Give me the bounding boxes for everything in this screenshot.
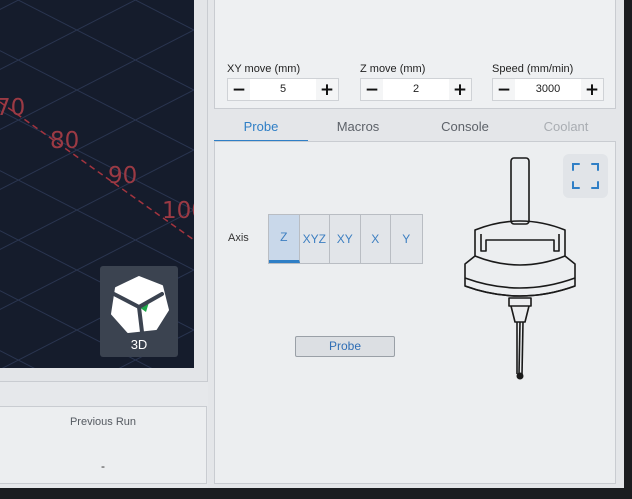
axis-selector: Z XYZ XY X Y: [268, 214, 423, 264]
z-move-input[interactable]: 2: [383, 79, 449, 100]
axis-label: Axis: [228, 232, 249, 244]
tab-console[interactable]: Console: [412, 113, 518, 142]
xy-move-input[interactable]: 5: [250, 79, 316, 100]
speed-stepper: − 3000 +: [492, 78, 604, 101]
axis-button-xyz[interactable]: XYZ: [299, 215, 330, 263]
axis-button-z[interactable]: Z: [269, 215, 300, 263]
speed-increment-button[interactable]: +: [581, 79, 603, 100]
view-cube-button[interactable]: 3D: [100, 266, 178, 357]
previous-run-title: Previous Run: [69, 416, 137, 428]
speed-decrement-button[interactable]: −: [493, 79, 515, 100]
z-move-group: Z move (mm) − 2 +: [360, 62, 472, 101]
view-cube-icon: [111, 276, 169, 334]
previous-run-value: -: [101, 459, 105, 473]
xy-move-group: XY move (mm) − 5 +: [227, 62, 339, 101]
tab-macros[interactable]: Macros: [310, 113, 406, 142]
view-cube-label: 3D: [130, 337, 148, 352]
probe-panel: Axis Z XYZ XY X Y Probe: [214, 142, 616, 484]
right-panel: XY move (mm) − 5 + Z move (mm) − 2 + Spe…: [208, 0, 624, 488]
fullscreen-button[interactable]: [563, 154, 608, 198]
touch-probe-icon: [464, 157, 576, 380]
z-move-label: Z move (mm): [360, 63, 426, 75]
axis-button-xy[interactable]: XY: [330, 215, 361, 263]
left-panel: 70 80 90 100 3D Previous Run -: [0, 0, 208, 499]
tool-tabs: Probe Macros Console Coolant: [214, 113, 616, 143]
xy-move-stepper: − 5 +: [227, 78, 339, 101]
ruler-label-90: 90: [108, 163, 138, 189]
z-move-increment-button[interactable]: +: [449, 79, 471, 100]
z-move-decrement-button[interactable]: −: [361, 79, 383, 100]
xy-move-decrement-button[interactable]: −: [228, 79, 250, 100]
axis-button-x[interactable]: X: [360, 215, 391, 263]
3d-viewport[interactable]: 70 80 90 100 3D: [0, 0, 194, 368]
window-edge-right: [624, 0, 632, 499]
z-move-stepper: − 2 +: [360, 78, 472, 101]
fullscreen-icon: [572, 163, 599, 189]
probe-button[interactable]: Probe: [295, 336, 395, 357]
speed-label: Speed (mm/min): [492, 63, 574, 75]
tab-probe[interactable]: Probe: [214, 113, 308, 142]
speed-group: Speed (mm/min) − 3000 +: [492, 62, 604, 101]
viewport-bottom-border: [0, 368, 208, 382]
xy-move-label: XY move (mm): [227, 63, 301, 75]
ruler-label-80: 80: [50, 128, 80, 154]
ruler-label-100: 100: [162, 198, 194, 224]
ruler-label-70: 70: [0, 95, 26, 121]
axis-button-y[interactable]: Y: [391, 215, 422, 263]
window-edge-bottom: [0, 488, 632, 499]
jog-controls-card: XY move (mm) − 5 + Z move (mm) − 2 + Spe…: [214, 0, 616, 109]
tab-coolant[interactable]: Coolant: [518, 113, 614, 142]
previous-run-panel: Previous Run -: [0, 406, 207, 484]
speed-input[interactable]: 3000: [515, 79, 581, 100]
xy-move-increment-button[interactable]: +: [316, 79, 338, 100]
viewport-side-border: [194, 0, 208, 382]
